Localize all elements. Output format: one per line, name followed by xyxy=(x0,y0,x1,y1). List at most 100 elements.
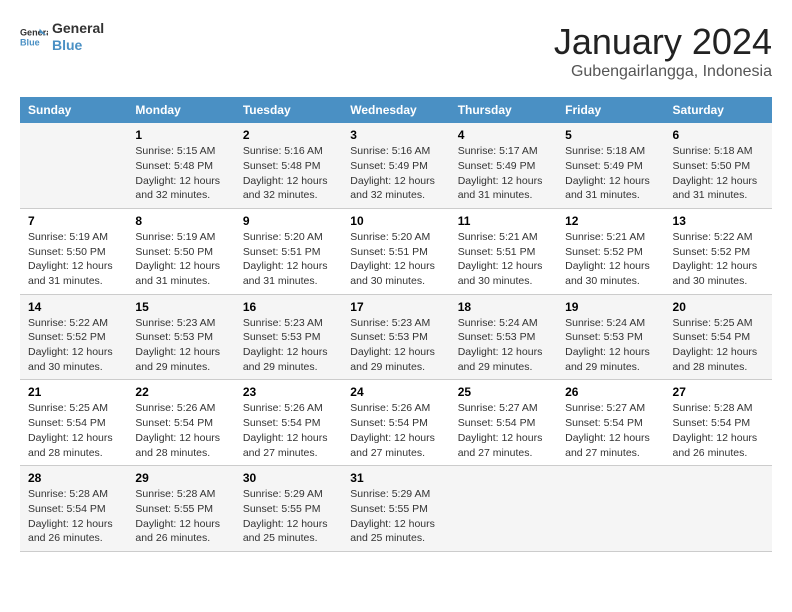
day-info: Sunrise: 5:22 AM Sunset: 5:52 PM Dayligh… xyxy=(673,230,764,289)
day-info: Sunrise: 5:25 AM Sunset: 5:54 PM Dayligh… xyxy=(28,401,119,460)
day-number: 13 xyxy=(673,214,764,228)
calendar-cell: 21 Sunrise: 5:25 AM Sunset: 5:54 PM Dayli… xyxy=(20,380,127,466)
day-number: 12 xyxy=(565,214,656,228)
week-row-2: 7Sunrise: 5:19 AM Sunset: 5:50 PM Daylig… xyxy=(20,208,772,294)
day-info: Sunrise: 5:18 AM Sunset: 5:50 PM Dayligh… xyxy=(673,144,764,203)
day-number: 16 xyxy=(243,300,334,314)
calendar-cell: 3 Sunrise: 5:16 AM Sunset: 5:49 PM Daylig… xyxy=(342,123,449,208)
col-header-sunday: Sunday xyxy=(20,97,127,123)
day-info: Sunrise: 5:20 AM Sunset: 5:51 PM Dayligh… xyxy=(243,230,334,289)
calendar-cell: 16 Sunrise: 5:23 AM Sunset: 5:53 PM Dayli… xyxy=(235,294,342,380)
day-info: Sunrise: 5:16 AM Sunset: 5:49 PM Dayligh… xyxy=(350,144,441,203)
calendar-cell: 4 Sunrise: 5:17 AM Sunset: 5:49 PM Daylig… xyxy=(450,123,557,208)
day-info: Sunrise: 5:24 AM Sunset: 5:53 PM Dayligh… xyxy=(458,316,549,375)
day-info: Sunrise: 5:28 AM Sunset: 5:54 PM Dayligh… xyxy=(28,487,119,546)
day-info: Sunrise: 5:26 AM Sunset: 5:54 PM Dayligh… xyxy=(350,401,441,460)
day-info: Sunrise: 5:22 AM Sunset: 5:52 PM Dayligh… xyxy=(28,316,119,375)
day-number: 17 xyxy=(350,300,441,314)
day-number: 27 xyxy=(673,385,764,399)
day-info: Sunrise: 5:29 AM Sunset: 5:55 PM Dayligh… xyxy=(350,487,441,546)
calendar-cell xyxy=(450,466,557,552)
day-info: Sunrise: 5:23 AM Sunset: 5:53 PM Dayligh… xyxy=(243,316,334,375)
calendar-body: 1Sunrise: 5:15 AM Sunset: 5:48 PM Daylig… xyxy=(20,123,772,551)
day-info: Sunrise: 5:24 AM Sunset: 5:53 PM Dayligh… xyxy=(565,316,656,375)
calendar-cell: 7Sunrise: 5:19 AM Sunset: 5:50 PM Daylig… xyxy=(20,208,127,294)
day-info: Sunrise: 5:28 AM Sunset: 5:54 PM Dayligh… xyxy=(673,401,764,460)
day-number: 3 xyxy=(350,128,441,142)
day-number: 4 xyxy=(458,128,549,142)
week-row-5: 28Sunrise: 5:28 AM Sunset: 5:54 PM Dayli… xyxy=(20,466,772,552)
day-number: 20 xyxy=(673,300,764,314)
day-info: Sunrise: 5:26 AM Sunset: 5:54 PM Dayligh… xyxy=(135,401,226,460)
day-info: Sunrise: 5:26 AM Sunset: 5:54 PM Dayligh… xyxy=(243,401,334,460)
logo-icon: General Blue xyxy=(20,23,48,51)
logo-text-blue: Blue xyxy=(52,37,104,54)
calendar-cell: 15Sunrise: 5:23 AM Sunset: 5:53 PM Dayli… xyxy=(127,294,234,380)
day-info: Sunrise: 5:29 AM Sunset: 5:55 PM Dayligh… xyxy=(243,487,334,546)
calendar-cell: 22Sunrise: 5:26 AM Sunset: 5:54 PM Dayli… xyxy=(127,380,234,466)
week-row-1: 1Sunrise: 5:15 AM Sunset: 5:48 PM Daylig… xyxy=(20,123,772,208)
day-number: 14 xyxy=(28,300,119,314)
day-number: 21 xyxy=(28,385,119,399)
location-subtitle: Gubengairlangga, Indonesia xyxy=(554,63,772,81)
calendar-cell: 11 Sunrise: 5:21 AM Sunset: 5:51 PM Dayli… xyxy=(450,208,557,294)
col-header-thursday: Thursday xyxy=(450,97,557,123)
day-number: 2 xyxy=(243,128,334,142)
col-header-monday: Monday xyxy=(127,97,234,123)
svg-text:General: General xyxy=(20,27,48,37)
day-number: 30 xyxy=(243,471,334,485)
day-number: 24 xyxy=(350,385,441,399)
day-info: Sunrise: 5:16 AM Sunset: 5:48 PM Dayligh… xyxy=(243,144,334,203)
week-row-3: 14 Sunrise: 5:22 AM Sunset: 5:52 PM Dayli… xyxy=(20,294,772,380)
day-number: 11 xyxy=(458,214,549,228)
calendar-cell: 18Sunrise: 5:24 AM Sunset: 5:53 PM Dayli… xyxy=(450,294,557,380)
month-title: January 2024 xyxy=(554,20,772,63)
calendar-cell: 13 Sunrise: 5:22 AM Sunset: 5:52 PM Dayli… xyxy=(665,208,772,294)
calendar-cell xyxy=(20,123,127,208)
day-info: Sunrise: 5:27 AM Sunset: 5:54 PM Dayligh… xyxy=(565,401,656,460)
calendar-cell: 27 Sunrise: 5:28 AM Sunset: 5:54 PM Dayli… xyxy=(665,380,772,466)
day-number: 10 xyxy=(350,214,441,228)
day-number: 9 xyxy=(243,214,334,228)
calendar-cell: 17 Sunrise: 5:23 AM Sunset: 5:53 PM Dayli… xyxy=(342,294,449,380)
calendar-cell: 10 Sunrise: 5:20 AM Sunset: 5:51 PM Dayli… xyxy=(342,208,449,294)
calendar-cell: 2 Sunrise: 5:16 AM Sunset: 5:48 PM Daylig… xyxy=(235,123,342,208)
col-header-saturday: Saturday xyxy=(665,97,772,123)
day-info: Sunrise: 5:21 AM Sunset: 5:51 PM Dayligh… xyxy=(458,230,549,289)
calendar-cell: 1Sunrise: 5:15 AM Sunset: 5:48 PM Daylig… xyxy=(127,123,234,208)
calendar-cell: 20Sunrise: 5:25 AM Sunset: 5:54 PM Dayli… xyxy=(665,294,772,380)
day-number: 19 xyxy=(565,300,656,314)
calendar-cell: 30 Sunrise: 5:29 AM Sunset: 5:55 PM Dayli… xyxy=(235,466,342,552)
week-row-4: 21 Sunrise: 5:25 AM Sunset: 5:54 PM Dayli… xyxy=(20,380,772,466)
day-number: 5 xyxy=(565,128,656,142)
day-number: 23 xyxy=(243,385,334,399)
day-number: 25 xyxy=(458,385,549,399)
logo: General Blue General Blue xyxy=(20,20,104,54)
calendar-table: SundayMondayTuesdayWednesdayThursdayFrid… xyxy=(20,97,772,552)
calendar-cell: 28Sunrise: 5:28 AM Sunset: 5:54 PM Dayli… xyxy=(20,466,127,552)
calendar-cell xyxy=(665,466,772,552)
col-header-friday: Friday xyxy=(557,97,664,123)
day-number: 1 xyxy=(135,128,226,142)
day-number: 29 xyxy=(135,471,226,485)
day-number: 31 xyxy=(350,471,441,485)
day-info: Sunrise: 5:21 AM Sunset: 5:52 PM Dayligh… xyxy=(565,230,656,289)
calendar-cell: 24 Sunrise: 5:26 AM Sunset: 5:54 PM Dayli… xyxy=(342,380,449,466)
svg-text:Blue: Blue xyxy=(20,37,40,47)
page-header: General Blue General Blue January 2024 G… xyxy=(20,20,772,81)
calendar-cell: 31 Sunrise: 5:29 AM Sunset: 5:55 PM Dayli… xyxy=(342,466,449,552)
day-info: Sunrise: 5:27 AM Sunset: 5:54 PM Dayligh… xyxy=(458,401,549,460)
calendar-cell: 26 Sunrise: 5:27 AM Sunset: 5:54 PM Dayli… xyxy=(557,380,664,466)
logo-text-general: General xyxy=(52,20,104,37)
day-info: Sunrise: 5:19 AM Sunset: 5:50 PM Dayligh… xyxy=(28,230,119,289)
day-info: Sunrise: 5:28 AM Sunset: 5:55 PM Dayligh… xyxy=(135,487,226,546)
day-info: Sunrise: 5:20 AM Sunset: 5:51 PM Dayligh… xyxy=(350,230,441,289)
day-info: Sunrise: 5:23 AM Sunset: 5:53 PM Dayligh… xyxy=(350,316,441,375)
col-header-tuesday: Tuesday xyxy=(235,97,342,123)
day-info: Sunrise: 5:17 AM Sunset: 5:49 PM Dayligh… xyxy=(458,144,549,203)
calendar-cell: 14 Sunrise: 5:22 AM Sunset: 5:52 PM Dayli… xyxy=(20,294,127,380)
day-number: 26 xyxy=(565,385,656,399)
calendar-cell: 6Sunrise: 5:18 AM Sunset: 5:50 PM Daylig… xyxy=(665,123,772,208)
calendar-cell xyxy=(557,466,664,552)
col-header-wednesday: Wednesday xyxy=(342,97,449,123)
